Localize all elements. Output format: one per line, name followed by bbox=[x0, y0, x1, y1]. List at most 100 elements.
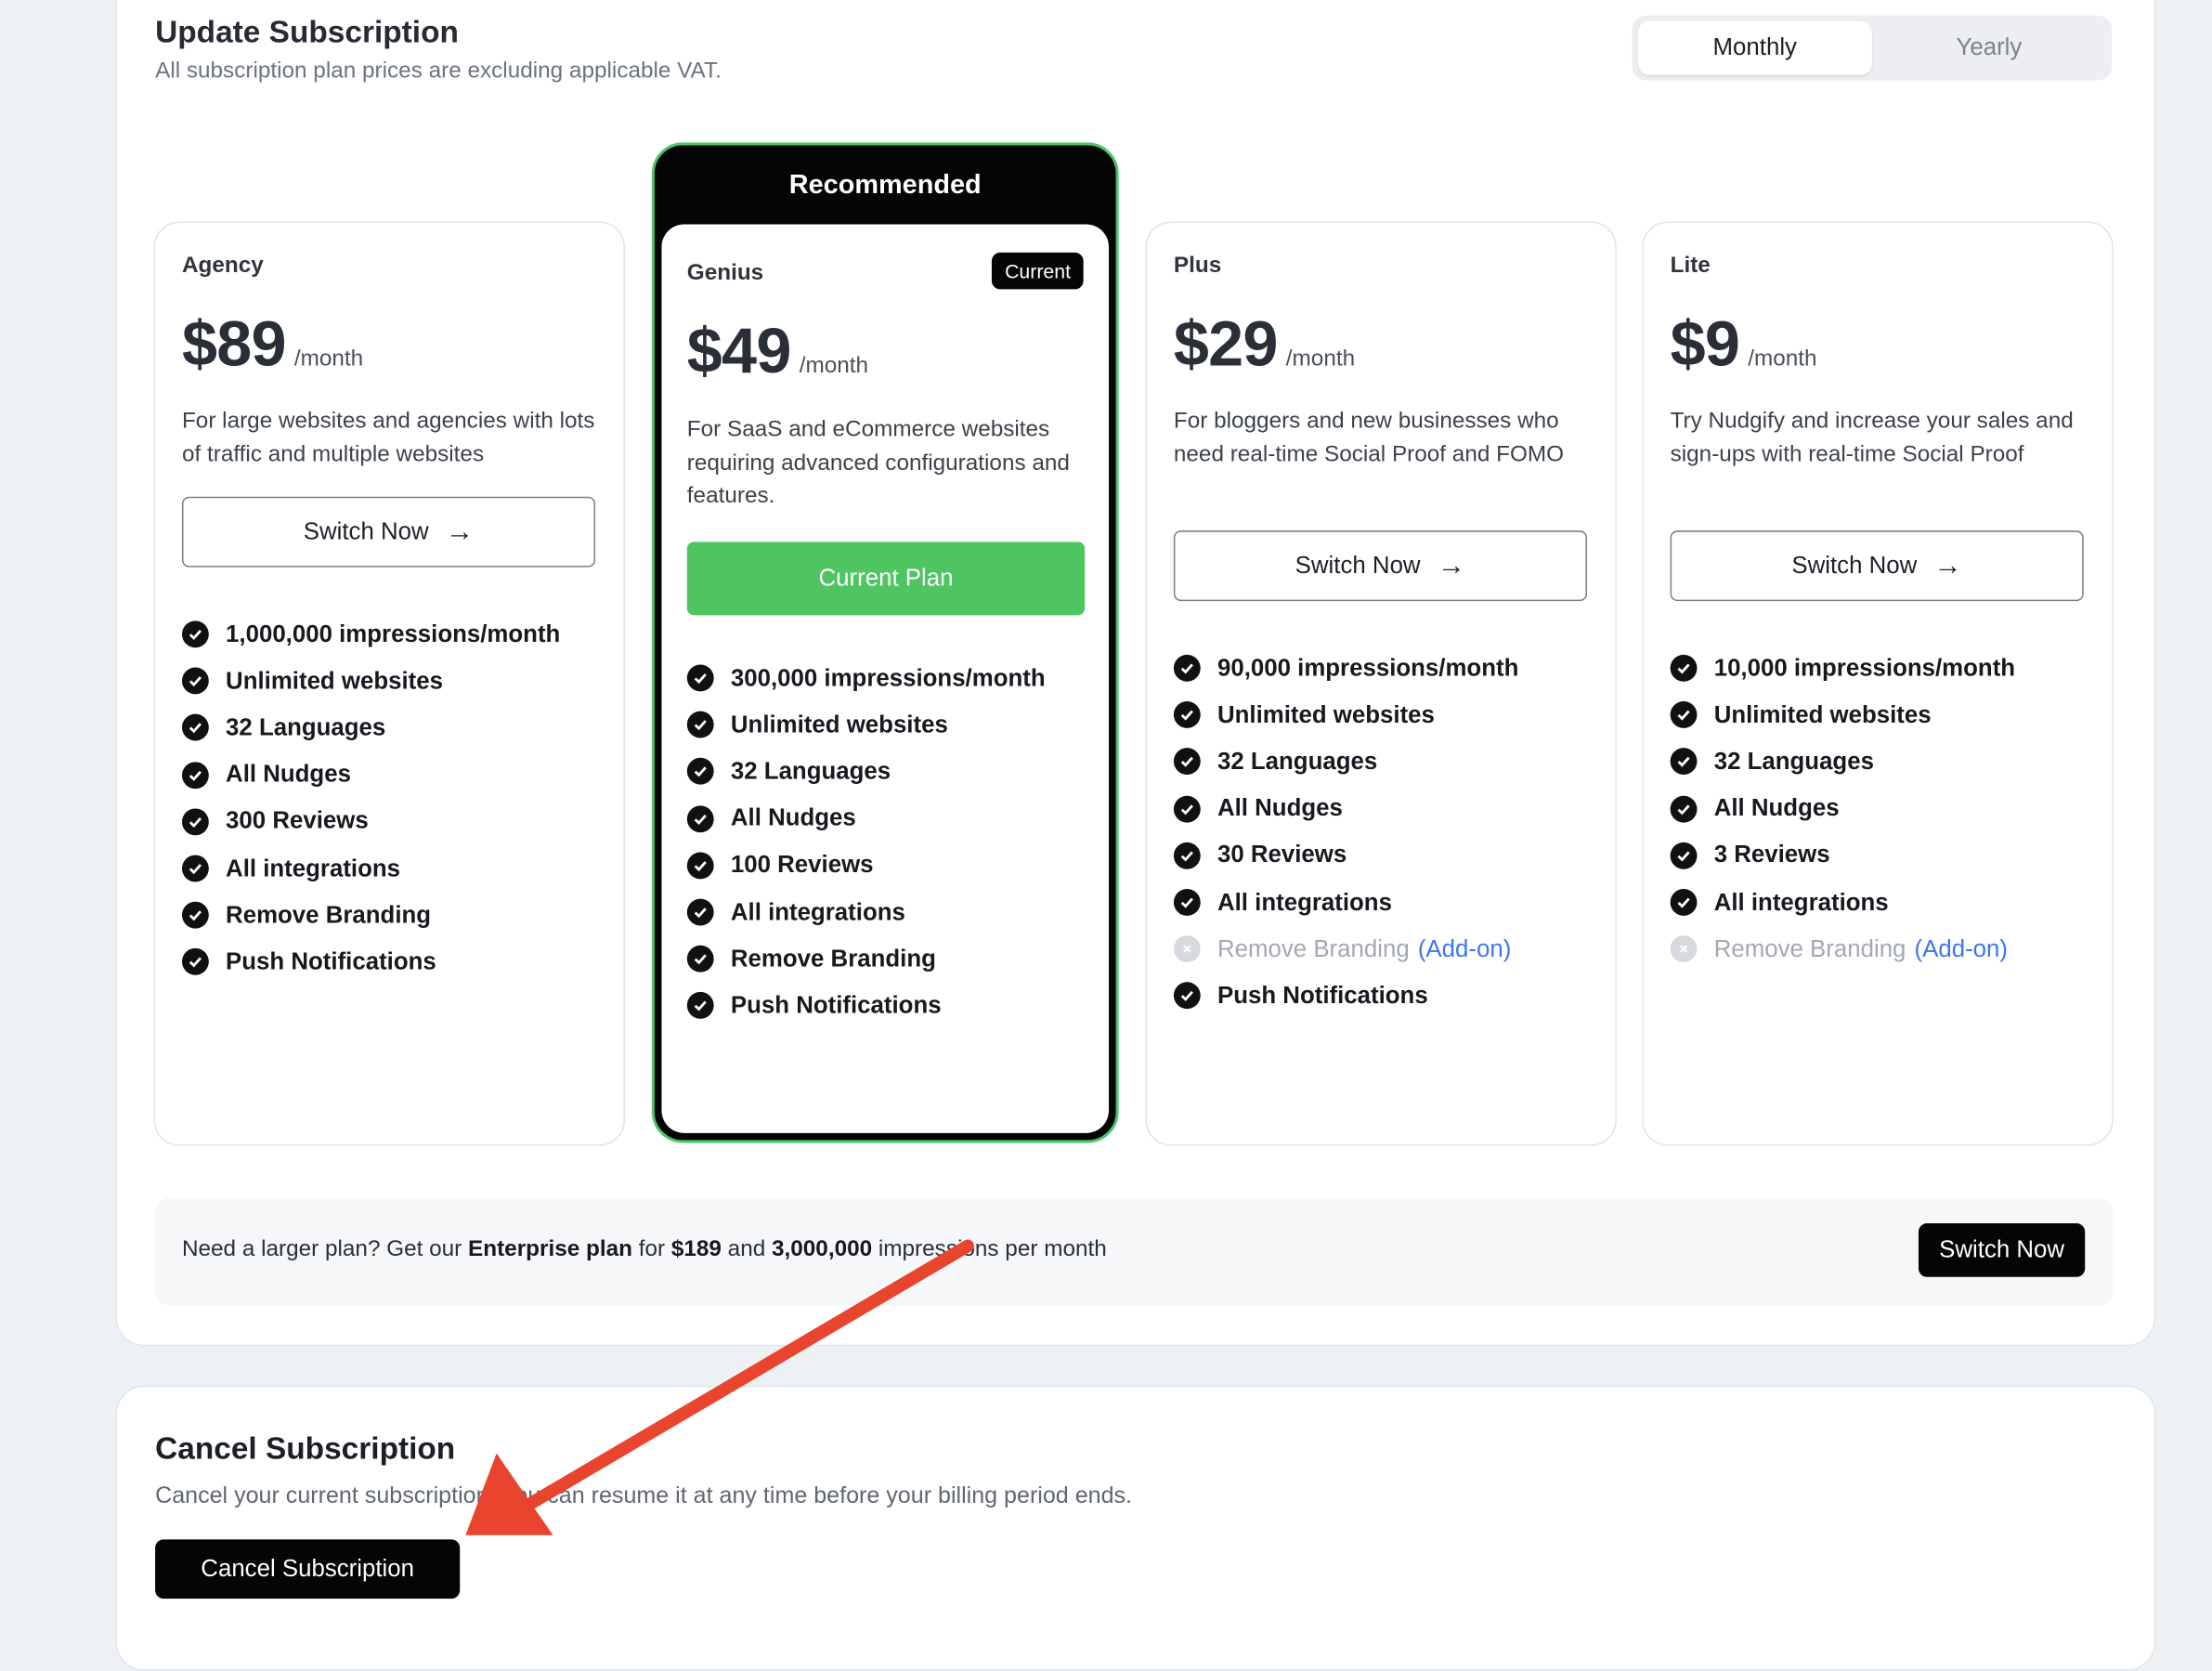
check-icon bbox=[686, 711, 714, 738]
feature-label: All Nudges bbox=[1713, 794, 1840, 822]
switch-now-button[interactable]: Switch Now → bbox=[1670, 530, 2084, 602]
plan-card-genius: Recommended Genius Current $49 /month Fo… bbox=[651, 142, 1119, 1143]
switch-now-button[interactable]: Switch Now → bbox=[1173, 530, 1587, 602]
feature-label: Push Notifications bbox=[730, 991, 942, 1019]
plan-name: Plus bbox=[1173, 254, 1222, 279]
feature-item: All Nudges bbox=[1670, 785, 2101, 831]
plan-price: $49 /month bbox=[687, 315, 868, 388]
feature-item: 300 Reviews bbox=[181, 798, 612, 844]
plan-price: $89 /month bbox=[182, 307, 363, 381]
feature-item: Remove Branding bbox=[181, 892, 612, 938]
plan-description: Try Nudgify and increase your sales and … bbox=[1670, 409, 2074, 467]
addon-link[interactable]: (Add-on) bbox=[1418, 935, 1511, 963]
switch-now-button[interactable]: Switch Now → bbox=[181, 496, 596, 568]
enterprise-banner: Need a larger plan? Get our Enterprise p… bbox=[155, 1197, 2114, 1306]
check-icon bbox=[181, 714, 209, 742]
check-icon bbox=[181, 667, 209, 695]
enterprise-switch-button[interactable]: Switch Now bbox=[1918, 1223, 2086, 1277]
arrow-right-icon: → bbox=[445, 516, 475, 547]
toggle-monthly[interactable]: Monthly bbox=[1637, 20, 1872, 75]
feature-label: Push Notifications bbox=[226, 947, 436, 975]
feature-label: 30 Reviews bbox=[1217, 841, 1347, 868]
feature-label: 32 Languages bbox=[730, 757, 891, 785]
feature-label: All integrations bbox=[226, 854, 401, 881]
cancel-title: Cancel Subscription bbox=[155, 1430, 456, 1467]
feature-label: All integrations bbox=[730, 897, 905, 925]
price-period: /month bbox=[293, 346, 364, 372]
button-label: Switch Now bbox=[303, 517, 429, 545]
enterprise-text: Need a larger plan? Get our Enterprise p… bbox=[182, 1237, 1107, 1262]
feature-label: 90,000 impressions/month bbox=[1217, 654, 1519, 682]
enterprise-prefix: Need a larger plan? Get our bbox=[181, 1237, 469, 1262]
feature-item: Unlimited websites bbox=[181, 658, 612, 704]
feature-label: Unlimited websites bbox=[226, 667, 443, 695]
enterprise-price: $189 bbox=[670, 1237, 722, 1262]
check-icon bbox=[1670, 795, 1698, 823]
update-title: Update Subscription bbox=[155, 14, 459, 50]
button-label: Switch Now bbox=[1791, 551, 1918, 579]
price-amount: $29 bbox=[1173, 307, 1279, 380]
check-icon bbox=[686, 992, 714, 1020]
cancel-subtitle: Cancel your current subscription. You ca… bbox=[155, 1482, 1133, 1508]
update-subtitle: All subscription plan prices are excludi… bbox=[155, 59, 722, 84]
feature-item: All Nudges bbox=[686, 795, 1098, 842]
price-period: /month bbox=[799, 354, 869, 379]
feature-item: 32 Languages bbox=[1670, 738, 2101, 785]
check-icon bbox=[1173, 748, 1201, 776]
plan-card-agency: Agency $89 /month For large websites and… bbox=[153, 221, 625, 1146]
x-circle-icon bbox=[1670, 935, 1698, 963]
check-icon bbox=[1173, 701, 1201, 729]
feature-label: 10,000 impressions/month bbox=[1713, 654, 2016, 682]
check-icon bbox=[1670, 842, 1698, 869]
plan-price: $9 /month bbox=[1671, 307, 1817, 381]
feature-label: All integrations bbox=[1217, 888, 1392, 916]
check-icon bbox=[686, 946, 714, 973]
addon-link[interactable]: (Add-on) bbox=[1915, 935, 2008, 963]
toggle-yearly[interactable]: Yearly bbox=[1872, 21, 2106, 75]
current-plan-button[interactable]: Current Plan bbox=[686, 542, 1086, 616]
check-icon bbox=[181, 855, 209, 882]
check-icon bbox=[1173, 842, 1201, 869]
arrow-right-icon: → bbox=[1933, 549, 1962, 581]
feature-label: Remove Branding bbox=[226, 901, 432, 929]
price-amount: $89 bbox=[181, 307, 287, 380]
feature-label: Remove Branding bbox=[730, 945, 936, 973]
feature-item: 100 Reviews bbox=[686, 842, 1098, 889]
feature-label: All Nudges bbox=[730, 804, 856, 831]
feature-label: Unlimited websites bbox=[1713, 700, 1932, 728]
feature-list: 90,000 impressions/month Unlimited websi… bbox=[1173, 645, 1604, 1019]
feature-item: 90,000 impressions/month bbox=[1173, 645, 1604, 691]
recommended-ribbon: Recommended bbox=[788, 170, 982, 201]
check-icon bbox=[686, 898, 714, 926]
plan-name: Lite bbox=[1670, 254, 1711, 279]
cancel-subscription-panel bbox=[115, 1385, 2156, 1671]
check-icon bbox=[181, 948, 209, 976]
feature-item: Unlimited websites bbox=[1670, 692, 2101, 738]
feature-label: 1,000,000 impressions/month bbox=[226, 620, 561, 647]
genius-card-body: Genius Current $49 /month For SaaS and e… bbox=[661, 224, 1110, 1133]
feature-label: 300,000 impressions/month bbox=[730, 663, 1046, 691]
feature-item: 1,000,000 impressions/month bbox=[181, 611, 612, 658]
feature-item: 3 Reviews bbox=[1670, 832, 2101, 879]
check-icon bbox=[1670, 701, 1698, 729]
check-icon bbox=[1670, 655, 1698, 682]
page-root: Update Subscription All subscription pla… bbox=[0, 0, 2212, 1671]
price-amount: $49 bbox=[686, 314, 792, 387]
cancel-subscription-button[interactable]: Cancel Subscription bbox=[155, 1539, 461, 1599]
feature-label: Push Notifications bbox=[1217, 982, 1428, 1010]
feature-item: All integrations bbox=[181, 845, 612, 892]
plan-card-plus: Plus $29 /month For bloggers and new bus… bbox=[1145, 221, 1617, 1146]
price-period: /month bbox=[1285, 346, 1356, 372]
check-icon bbox=[181, 761, 209, 789]
feature-item: All Nudges bbox=[181, 751, 612, 798]
enterprise-impressions: 3,000,000 bbox=[771, 1237, 873, 1262]
feature-item: All integrations bbox=[1670, 879, 2101, 925]
check-icon bbox=[686, 758, 714, 786]
check-icon bbox=[1670, 748, 1698, 776]
current-badge: Current bbox=[992, 252, 1084, 290]
feature-item: All integrations bbox=[686, 889, 1098, 935]
feature-item: Unlimited websites bbox=[686, 701, 1098, 748]
feature-label: 32 Languages bbox=[1713, 748, 1874, 775]
plan-card-lite: Lite $9 /month Try Nudgify and increase … bbox=[1642, 221, 2114, 1146]
feature-label: Remove Branding bbox=[1713, 934, 1906, 962]
